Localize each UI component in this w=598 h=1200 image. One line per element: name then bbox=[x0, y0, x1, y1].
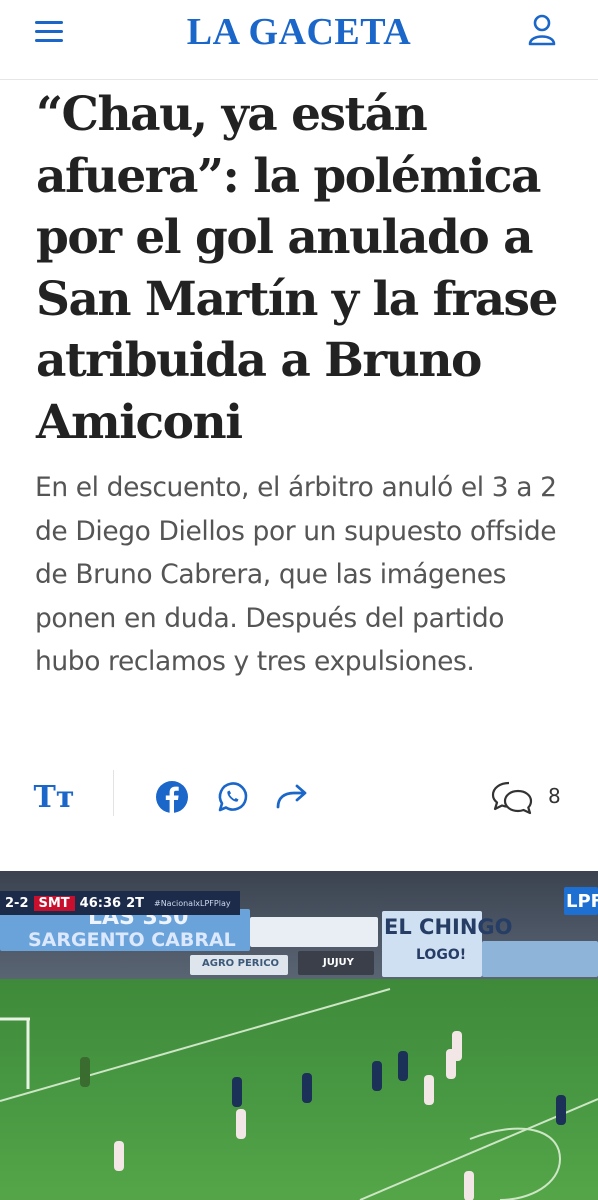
comments-icon[interactable] bbox=[487, 776, 539, 818]
comment-count: 8 bbox=[548, 784, 561, 808]
text-size-button[interactable]: Tт bbox=[33, 776, 75, 818]
ad-board-text: AGRO PERICO bbox=[202, 958, 280, 969]
article-hero-image[interactable]: LAS 330 SARGENTO CABRAL AGRO PERICO JUJU… bbox=[0, 871, 598, 1200]
match-score: 2-2 bbox=[5, 895, 29, 911]
player bbox=[236, 1109, 246, 1139]
site-logo[interactable]: LA GACETA bbox=[0, 10, 598, 54]
broadcast-hashtag: #NacionalxLPFPlay bbox=[153, 898, 231, 908]
player bbox=[302, 1073, 312, 1103]
soccer-pitch bbox=[0, 979, 598, 1200]
facebook-icon[interactable] bbox=[151, 776, 193, 818]
article-summary: En el descuento, el árbitro anuló el 3 a… bbox=[35, 472, 557, 677]
player bbox=[232, 1077, 242, 1107]
actions-divider bbox=[113, 770, 114, 816]
article-actions-bar: Tт 8 bbox=[0, 770, 598, 822]
ad-board bbox=[250, 917, 378, 947]
match-clock: 46:36 bbox=[79, 895, 122, 911]
player bbox=[452, 1031, 462, 1061]
whatsapp-icon[interactable] bbox=[211, 776, 253, 818]
player bbox=[398, 1051, 408, 1081]
article-headline: “Chau, ya están afuera”: la polémica por… bbox=[36, 87, 558, 450]
top-bar: LA GACETA bbox=[0, 0, 598, 80]
text-size-label: Tт bbox=[33, 779, 75, 815]
ad-board-text: SARGENTO CABRAL bbox=[28, 929, 236, 951]
user-account-icon[interactable] bbox=[522, 10, 562, 50]
ad-board bbox=[482, 941, 598, 977]
match-scoreboard: 2-2 SMT 46:36 2T #NacionalxLPFPlay bbox=[0, 891, 240, 915]
player bbox=[464, 1171, 474, 1200]
player bbox=[424, 1075, 434, 1105]
ad-board-text: LOGO! bbox=[416, 947, 467, 963]
match-period: 2T bbox=[126, 895, 144, 911]
player bbox=[556, 1095, 566, 1125]
team-name: SMT bbox=[33, 895, 75, 911]
player bbox=[372, 1061, 382, 1091]
ad-board-text: EL CHINGO bbox=[384, 915, 513, 939]
share-arrow-icon[interactable] bbox=[271, 776, 313, 818]
player bbox=[80, 1057, 90, 1087]
player bbox=[114, 1141, 124, 1171]
ad-board-text: LPF bbox=[566, 891, 598, 912]
ad-board-text: JUJUY bbox=[323, 957, 354, 968]
